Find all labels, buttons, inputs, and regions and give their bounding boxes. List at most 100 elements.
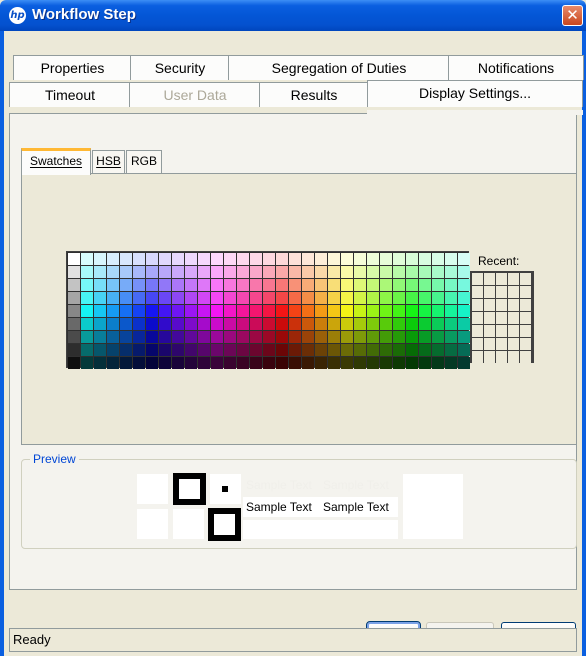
color-swatch[interactable]: [133, 344, 145, 356]
recent-swatch[interactable]: [508, 273, 519, 285]
color-swatch[interactable]: [211, 344, 223, 356]
color-swatch[interactable]: [107, 266, 119, 278]
color-swatch[interactable]: [328, 279, 340, 291]
color-swatch[interactable]: [393, 253, 405, 265]
color-swatch[interactable]: [198, 266, 210, 278]
tab-swatches[interactable]: Swatches: [21, 148, 91, 175]
color-swatch[interactable]: [302, 344, 314, 356]
color-swatch[interactable]: [159, 331, 171, 343]
color-swatch[interactable]: [276, 266, 288, 278]
color-swatch[interactable]: [380, 305, 392, 317]
color-swatch[interactable]: [354, 344, 366, 356]
color-swatch[interactable]: [380, 279, 392, 291]
color-swatch[interactable]: [107, 357, 119, 369]
color-swatch[interactable]: [198, 331, 210, 343]
color-swatch[interactable]: [133, 253, 145, 265]
color-swatch[interactable]: [224, 305, 236, 317]
color-swatch[interactable]: [237, 331, 249, 343]
recent-swatch[interactable]: [508, 286, 519, 298]
color-swatch[interactable]: [263, 279, 275, 291]
color-swatch[interactable]: [458, 344, 470, 356]
color-swatch[interactable]: [237, 305, 249, 317]
color-swatch[interactable]: [276, 344, 288, 356]
color-swatch[interactable]: [419, 292, 431, 304]
color-swatch[interactable]: [302, 279, 314, 291]
recent-swatch[interactable]: [472, 325, 483, 337]
color-swatch[interactable]: [185, 318, 197, 330]
color-swatch[interactable]: [211, 279, 223, 291]
color-swatch[interactable]: [146, 266, 158, 278]
color-swatch[interactable]: [315, 305, 327, 317]
color-swatch[interactable]: [185, 305, 197, 317]
color-swatch[interactable]: [445, 279, 457, 291]
color-swatch[interactable]: [393, 318, 405, 330]
color-swatch[interactable]: [367, 266, 379, 278]
color-swatch[interactable]: [94, 279, 106, 291]
color-swatch[interactable]: [445, 318, 457, 330]
color-swatch[interactable]: [289, 266, 301, 278]
color-swatch[interactable]: [367, 344, 379, 356]
color-swatch[interactable]: [406, 305, 418, 317]
color-swatch[interactable]: [237, 344, 249, 356]
color-swatch[interactable]: [172, 305, 184, 317]
color-swatch[interactable]: [198, 292, 210, 304]
color-swatch[interactable]: [302, 331, 314, 343]
color-swatch[interactable]: [328, 318, 340, 330]
color-swatch[interactable]: [276, 318, 288, 330]
color-swatch[interactable]: [341, 344, 353, 356]
color-swatch[interactable]: [419, 279, 431, 291]
color-swatch[interactable]: [289, 344, 301, 356]
color-swatch[interactable]: [81, 292, 93, 304]
color-swatch[interactable]: [276, 253, 288, 265]
color-swatch[interactable]: [406, 344, 418, 356]
color-swatch[interactable]: [250, 344, 262, 356]
color-swatch[interactable]: [250, 292, 262, 304]
recent-swatch[interactable]: [472, 273, 483, 285]
color-swatch[interactable]: [198, 253, 210, 265]
color-swatch[interactable]: [354, 357, 366, 369]
color-swatch[interactable]: [94, 253, 106, 265]
color-swatch[interactable]: [380, 292, 392, 304]
color-swatch[interactable]: [172, 253, 184, 265]
tab-notifications[interactable]: Notifications: [448, 55, 584, 80]
color-swatch[interactable]: [120, 344, 132, 356]
color-swatch[interactable]: [458, 292, 470, 304]
color-swatch[interactable]: [354, 292, 366, 304]
recent-swatch[interactable]: [496, 351, 507, 363]
color-swatch[interactable]: [328, 253, 340, 265]
color-swatch[interactable]: [107, 292, 119, 304]
color-swatch[interactable]: [432, 253, 444, 265]
color-swatch[interactable]: [289, 305, 301, 317]
color-swatch[interactable]: [185, 279, 197, 291]
color-swatch[interactable]: [276, 292, 288, 304]
recent-swatch[interactable]: [520, 299, 531, 311]
color-swatch[interactable]: [458, 331, 470, 343]
color-swatch[interactable]: [458, 253, 470, 265]
color-swatch[interactable]: [146, 344, 158, 356]
color-swatch[interactable]: [302, 253, 314, 265]
color-swatch[interactable]: [445, 344, 457, 356]
recent-swatch[interactable]: [496, 325, 507, 337]
color-swatch[interactable]: [159, 279, 171, 291]
color-swatch[interactable]: [263, 253, 275, 265]
color-swatch[interactable]: [146, 253, 158, 265]
color-swatch[interactable]: [419, 318, 431, 330]
recent-swatch[interactable]: [496, 338, 507, 350]
color-swatch[interactable]: [211, 305, 223, 317]
color-swatch[interactable]: [393, 292, 405, 304]
color-swatch[interactable]: [276, 357, 288, 369]
recent-swatch[interactable]: [508, 351, 519, 363]
color-swatch[interactable]: [120, 318, 132, 330]
color-swatch[interactable]: [198, 344, 210, 356]
recent-swatch[interactable]: [520, 312, 531, 324]
color-swatch[interactable]: [159, 318, 171, 330]
recent-swatch[interactable]: [496, 286, 507, 298]
color-swatch[interactable]: [211, 318, 223, 330]
color-swatch[interactable]: [354, 253, 366, 265]
recent-swatch[interactable]: [520, 351, 531, 363]
color-swatch[interactable]: [458, 305, 470, 317]
color-swatch[interactable]: [172, 344, 184, 356]
color-swatch[interactable]: [315, 318, 327, 330]
color-swatch[interactable]: [250, 331, 262, 343]
color-swatch[interactable]: [393, 279, 405, 291]
